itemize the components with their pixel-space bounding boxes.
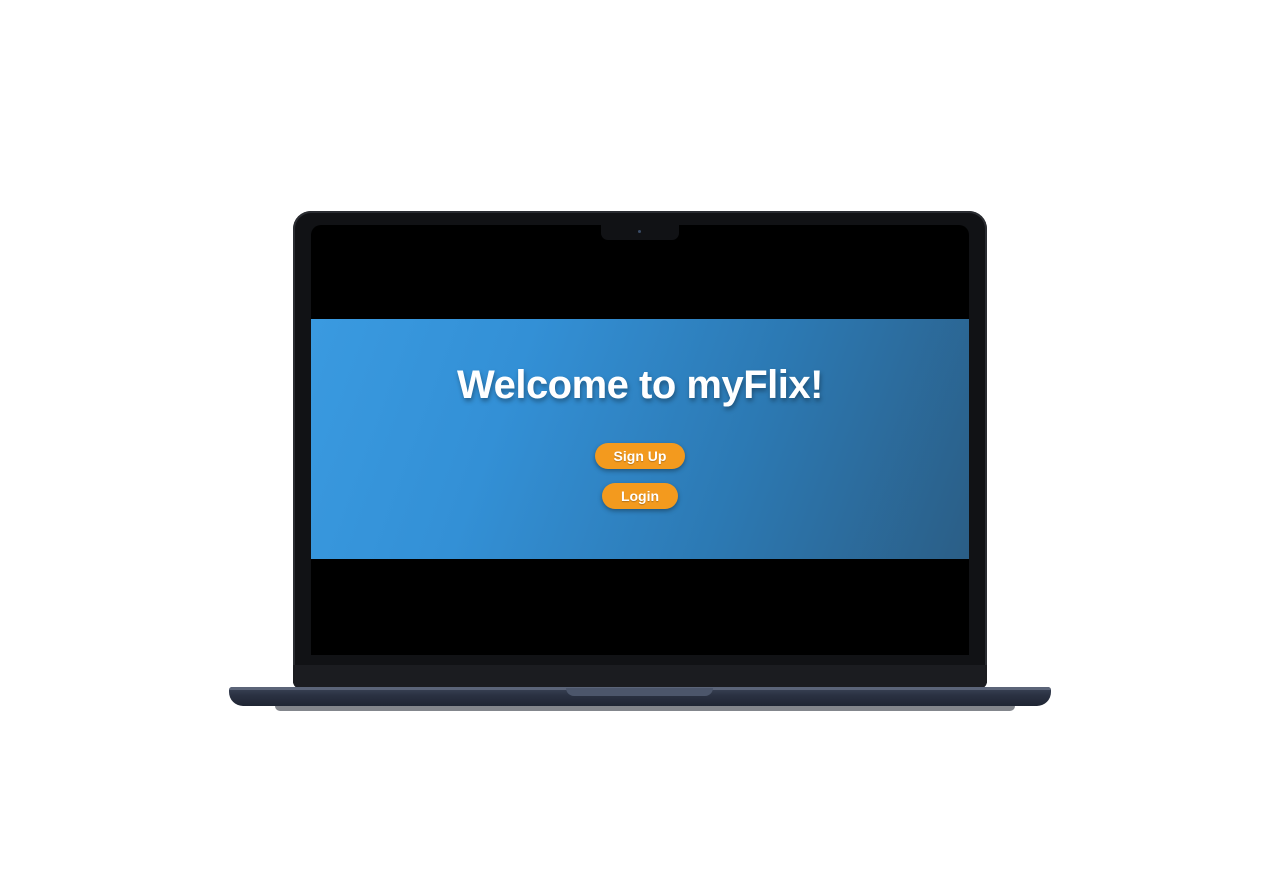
page-title: Welcome to myFlix! <box>457 363 823 407</box>
camera-notch <box>601 225 679 240</box>
camera-icon <box>638 230 641 233</box>
laptop-screen: Welcome to myFlix! Sign Up Login <box>311 225 969 655</box>
login-button[interactable]: Login <box>601 483 679 509</box>
laptop-hinge-notch <box>566 688 713 696</box>
laptop-mockup: Welcome to myFlix! Sign Up Login <box>0 0 1280 896</box>
laptop-base-shadow <box>275 706 1015 711</box>
signup-button[interactable]: Sign Up <box>594 443 686 469</box>
laptop-chin <box>293 665 987 689</box>
welcome-hero: Welcome to myFlix! Sign Up Login <box>311 319 969 559</box>
